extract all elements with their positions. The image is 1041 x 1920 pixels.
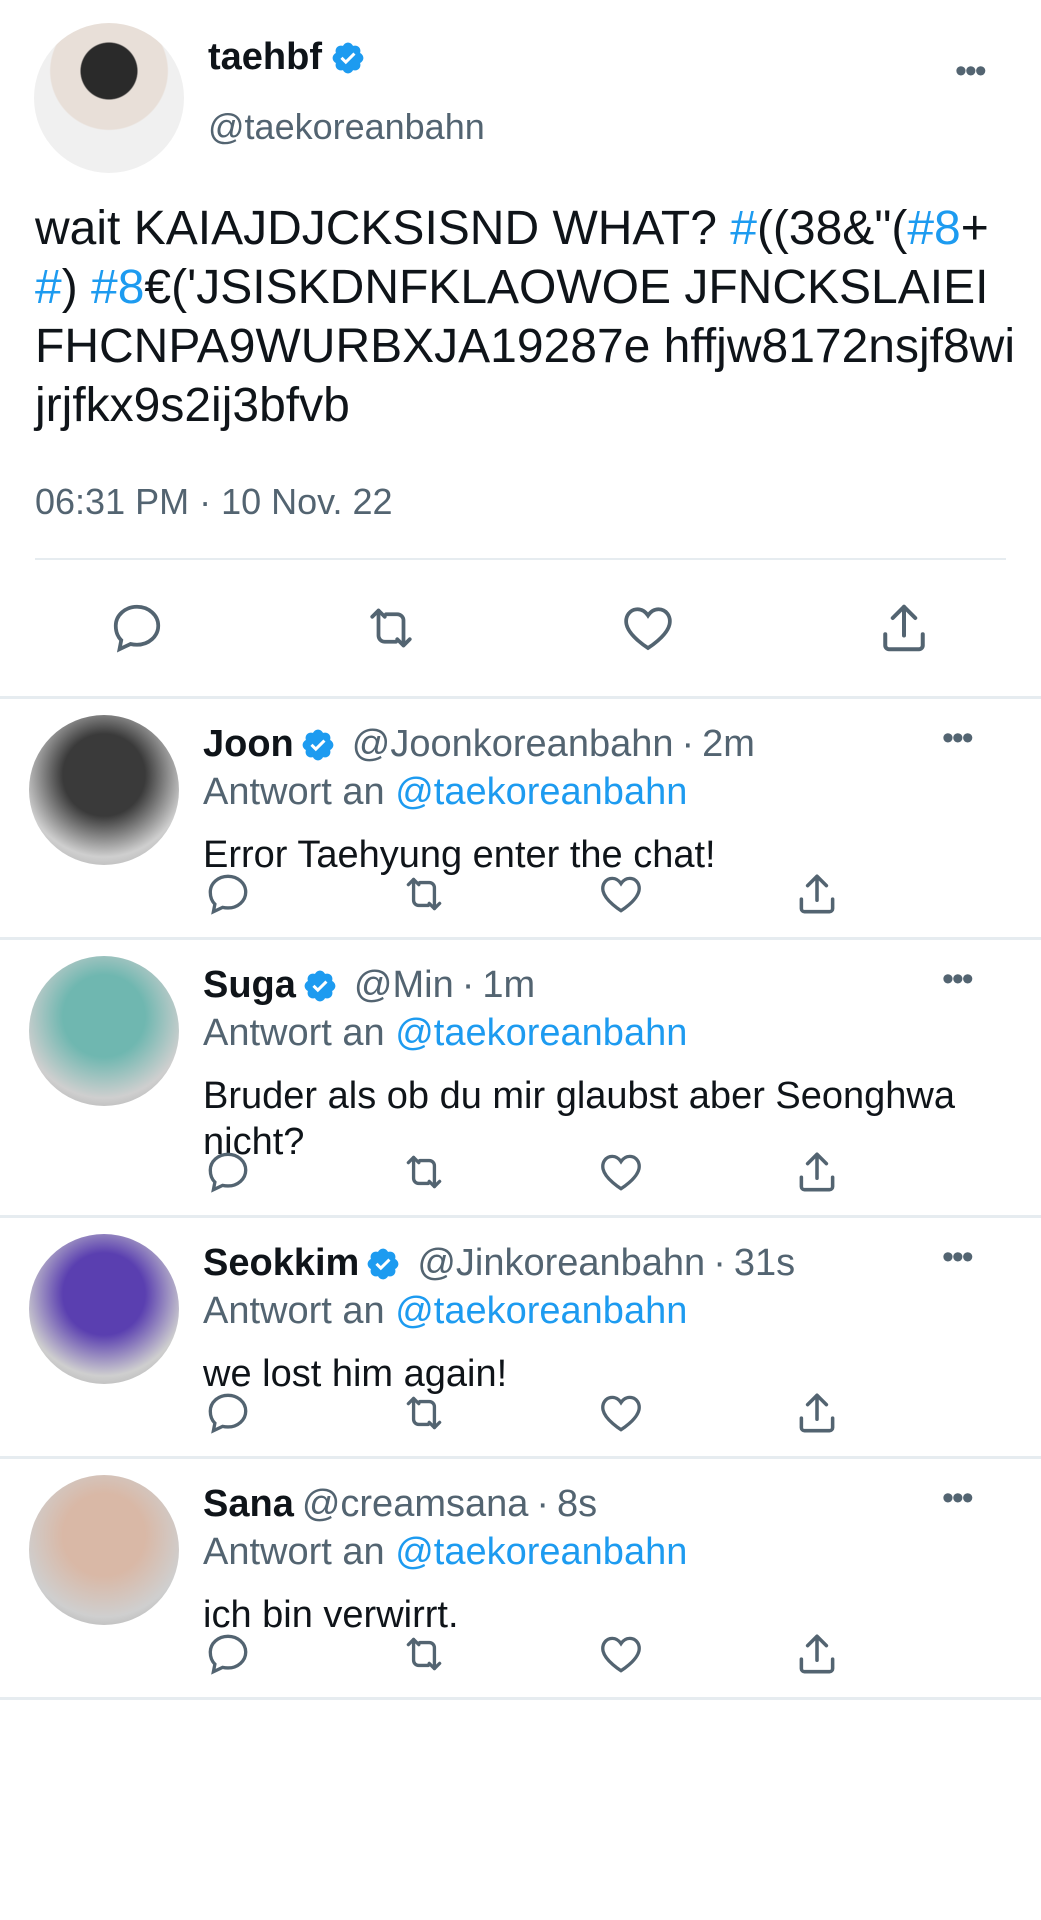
reply-header: Joon @Joonkoreanbahn · 2m — [203, 723, 755, 766]
hashtag-link[interactable]: #8 — [907, 202, 960, 255]
retweet-icon[interactable] — [399, 1629, 449, 1679]
reply-context: Antwort an @taekoreanbahn — [203, 1290, 687, 1333]
retweet-icon[interactable] — [399, 869, 449, 919]
reply-context: Antwort an @taekoreanbahn — [203, 1531, 687, 1574]
share-icon[interactable] — [792, 869, 842, 919]
author-handle[interactable]: @creamsana — [302, 1483, 529, 1526]
reply-header: Sana @creamsana · 8s — [203, 1483, 597, 1526]
more-horizontal-icon[interactable]: ••• — [942, 1238, 974, 1277]
reply-header: Seokkim @Jinkoreanbahn · 31s — [203, 1242, 795, 1285]
avatar[interactable] — [29, 1475, 179, 1625]
divider — [35, 558, 1006, 560]
separator-dot: · — [713, 1242, 726, 1284]
reply-time[interactable]: 31s — [734, 1242, 795, 1285]
verified-badge-icon — [300, 727, 336, 763]
reply-prefix: Antwort an — [203, 1531, 385, 1573]
reply-time[interactable]: 8s — [557, 1483, 597, 1526]
avatar[interactable] — [34, 23, 184, 173]
author-handle[interactable]: @taekoreanbahn — [208, 106, 485, 148]
reply-icon[interactable] — [203, 1147, 253, 1197]
reply-context: Antwort an @taekoreanbahn — [203, 771, 687, 814]
mention-link[interactable]: @taekoreanbahn — [395, 1012, 687, 1054]
tweet-actions — [0, 598, 1041, 658]
author-name[interactable]: taehbf — [208, 36, 366, 79]
reply-prefix: Antwort an — [203, 771, 385, 813]
retweet-icon[interactable] — [361, 598, 421, 658]
hashtag-link[interactable]: # — [35, 261, 62, 314]
reply-context: Antwort an @taekoreanbahn — [203, 1012, 687, 1055]
avatar[interactable] — [29, 956, 179, 1106]
like-icon[interactable] — [596, 869, 646, 919]
reply-header: Suga @Min · 1m — [203, 964, 535, 1007]
tweet-text-segment: wait KAIAJDJCKSISND WHAT? — [35, 202, 731, 255]
author-name[interactable]: Seokkim — [203, 1242, 359, 1285]
reply-actions — [0, 869, 1041, 919]
reply-actions — [0, 1629, 1041, 1679]
more-horizontal-icon[interactable]: ••• — [942, 719, 974, 758]
author-handle[interactable]: @Jinkoreanbahn — [417, 1242, 705, 1285]
reply-time[interactable]: 2m — [702, 723, 755, 766]
reply-tweet[interactable]: Seokkim @Jinkoreanbahn · 31s ••• Antwort an @… — [0, 1218, 1041, 1459]
mention-link[interactable]: @taekoreanbahn — [395, 771, 687, 813]
reply-icon[interactable] — [203, 1629, 253, 1679]
tweet-text-segment: + — [960, 202, 989, 255]
tweet-timestamp[interactable]: 06:31 PM · 10 Nov. 22 — [35, 481, 393, 523]
separator-dot: · — [461, 964, 475, 1006]
more-horizontal-icon[interactable]: ••• — [942, 960, 974, 999]
tweet-text-segment: ((38&"( — [756, 202, 908, 255]
avatar[interactable] — [29, 1234, 179, 1384]
reply-icon[interactable] — [107, 598, 167, 658]
reply-icon[interactable] — [203, 1388, 253, 1438]
tweet-text-segment: ) — [61, 261, 92, 314]
reply-time[interactable]: 1m — [482, 964, 535, 1007]
separator-dot: · — [681, 723, 695, 765]
separator-dot: · — [536, 1483, 550, 1525]
reply-tweet[interactable]: Joon @Joonkoreanbahn · 2m ••• Antwort an @tae… — [0, 699, 1041, 940]
main-tweet: taehbf @taekoreanbahn ••• wait KAIAJDJCK… — [0, 0, 1041, 699]
verified-badge-icon — [330, 40, 366, 76]
share-icon[interactable] — [874, 598, 934, 658]
more-horizontal-icon[interactable]: ••• — [955, 54, 987, 88]
like-icon[interactable] — [596, 1629, 646, 1679]
reply-icon[interactable] — [203, 869, 253, 919]
like-icon[interactable] — [596, 1388, 646, 1438]
retweet-icon[interactable] — [399, 1388, 449, 1438]
author-name-text: taehbf — [208, 36, 322, 78]
author-name[interactable]: Joon — [203, 723, 294, 766]
share-icon[interactable] — [792, 1629, 842, 1679]
retweet-icon[interactable] — [399, 1147, 449, 1197]
avatar[interactable] — [29, 715, 179, 865]
hashtag-link[interactable]: # — [730, 202, 757, 255]
like-icon[interactable] — [618, 598, 678, 658]
verified-badge-icon — [302, 968, 338, 1004]
tweet-text-segment: €('JSISKDNFKLAOWOE JFNCKSLAIEIFHCNPA9WUR… — [35, 261, 1015, 432]
replies-list: Joon @Joonkoreanbahn · 2m ••• Antwort an @tae… — [0, 699, 1041, 1700]
mention-link[interactable]: @taekoreanbahn — [395, 1531, 687, 1573]
author-handle[interactable]: @Joonkoreanbahn — [352, 723, 674, 766]
reply-actions — [0, 1388, 1041, 1438]
share-icon[interactable] — [792, 1388, 842, 1438]
like-icon[interactable] — [596, 1147, 646, 1197]
author-name[interactable]: Suga — [203, 964, 296, 1007]
author-handle[interactable]: @Min — [354, 964, 454, 1007]
share-icon[interactable] — [792, 1147, 842, 1197]
tweet-text: wait KAIAJDJCKSISND WHAT? #((38&"(#8+#) … — [35, 199, 1015, 435]
hashtag-link[interactable]: #8 — [91, 261, 144, 314]
verified-badge-icon — [365, 1246, 401, 1282]
reply-tweet[interactable]: Sana @creamsana · 8s ••• Antwort an @taekorea… — [0, 1459, 1041, 1700]
reply-tweet[interactable]: Suga @Min · 1m ••• Antwort an @taekoreanbahn B… — [0, 940, 1041, 1218]
more-horizontal-icon[interactable]: ••• — [942, 1479, 974, 1518]
reply-actions — [0, 1147, 1041, 1197]
reply-prefix: Antwort an — [203, 1012, 385, 1054]
reply-prefix: Antwort an — [203, 1290, 385, 1332]
author-name[interactable]: Sana — [203, 1483, 294, 1526]
mention-link[interactable]: @taekoreanbahn — [395, 1290, 687, 1332]
